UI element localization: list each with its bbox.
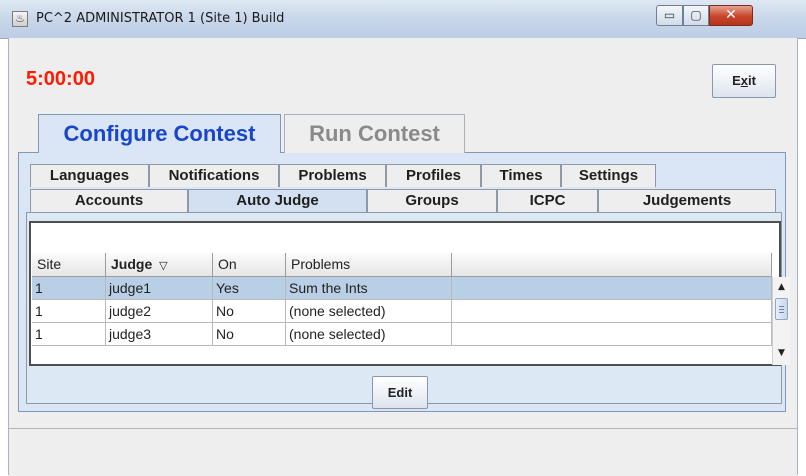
exit-button[interactable]: Exit [712,64,776,98]
subtab-settings[interactable]: Settings [561,164,656,187]
cell-judge: judge2 [106,300,213,323]
cell-on: Yes [213,277,286,300]
exit-button-label: Exit [732,73,756,88]
cell-empty [452,323,772,346]
cell-judge: judge3 [106,323,213,346]
subtab-groups[interactable]: Groups [367,189,497,212]
column-header-problems[interactable]: Problems [286,253,452,277]
cell-problems: Sum the Ints [286,277,452,300]
subtab-notifications[interactable]: Notifications [149,164,279,187]
vertical-scrollbar[interactable]: ▲ ▼ [772,277,790,365]
column-header-judge[interactable]: Judge ▽ [106,253,213,277]
column-header-judge-label: Judge [111,256,153,272]
column-header-empty [452,253,772,277]
auto-judge-table: Site Judge ▽ On Problems 1 judge1 Yes Su… [29,221,790,366]
cell-empty [452,277,772,300]
table-row[interactable]: 1 judge2 No (none selected) [32,300,772,323]
edit-button[interactable]: Edit [372,376,428,409]
table-row[interactable]: 1 judge3 No (none selected) [32,323,772,346]
subtab-auto-judge[interactable]: Auto Judge [188,189,367,212]
cell-problems: (none selected) [286,300,452,323]
app-window: ♨ PC^2 ADMINISTRATOR 1 (Site 1) Build ▭ … [0,0,806,476]
cell-site: 1 [32,300,106,323]
status-bar [9,428,797,476]
scroll-up-button[interactable]: ▲ [773,279,790,296]
subtab-languages[interactable]: Languages [30,164,149,187]
subtab-judgements[interactable]: Judgements [598,189,776,212]
subtab-times[interactable]: Times [481,164,561,187]
maximize-icon: ▢ [690,8,702,22]
cell-site: 1 [32,323,106,346]
column-header-on[interactable]: On [213,253,286,277]
cell-on: No [213,300,286,323]
cell-on: No [213,323,286,346]
subtab-problems[interactable]: Problems [279,164,386,187]
contest-clock: 5:00:00 [26,68,95,90]
sort-descending-icon: ▽ [159,260,168,272]
java-app-icon: ♨ [12,11,28,27]
cell-judge: judge1 [106,277,213,300]
window-title: PC^2 ADMINISTRATOR 1 (Site 1) Build [36,11,285,26]
close-icon: ✕ [725,7,737,23]
triangle-down-icon: ▼ [778,348,785,358]
tab-run-contest[interactable]: Run Contest [284,114,465,153]
subtab-accounts[interactable]: Accounts [30,189,188,212]
table-row[interactable]: 1 judge1 Yes Sum the Ints [32,277,772,300]
tab-configure-contest[interactable]: Configure Contest [38,114,281,153]
subtab-icpc[interactable]: ICPC [497,189,598,212]
scroll-down-button[interactable]: ▼ [773,345,790,362]
minimize-button[interactable]: ▭ [656,5,683,26]
maximize-button[interactable]: ▢ [683,5,709,26]
close-button[interactable]: ✕ [709,5,753,26]
cell-empty [452,300,772,323]
subtab-profiles[interactable]: Profiles [386,164,481,187]
scrollbar-thumb[interactable] [775,298,788,320]
cell-problems: (none selected) [286,323,452,346]
minimize-icon: ▭ [663,8,676,22]
column-header-site[interactable]: Site [32,253,106,277]
cell-site: 1 [32,277,106,300]
title-bar[interactable]: ♨ PC^2 ADMINISTRATOR 1 (Site 1) Build ▭ … [0,0,806,39]
triangle-up-icon: ▲ [778,282,785,292]
